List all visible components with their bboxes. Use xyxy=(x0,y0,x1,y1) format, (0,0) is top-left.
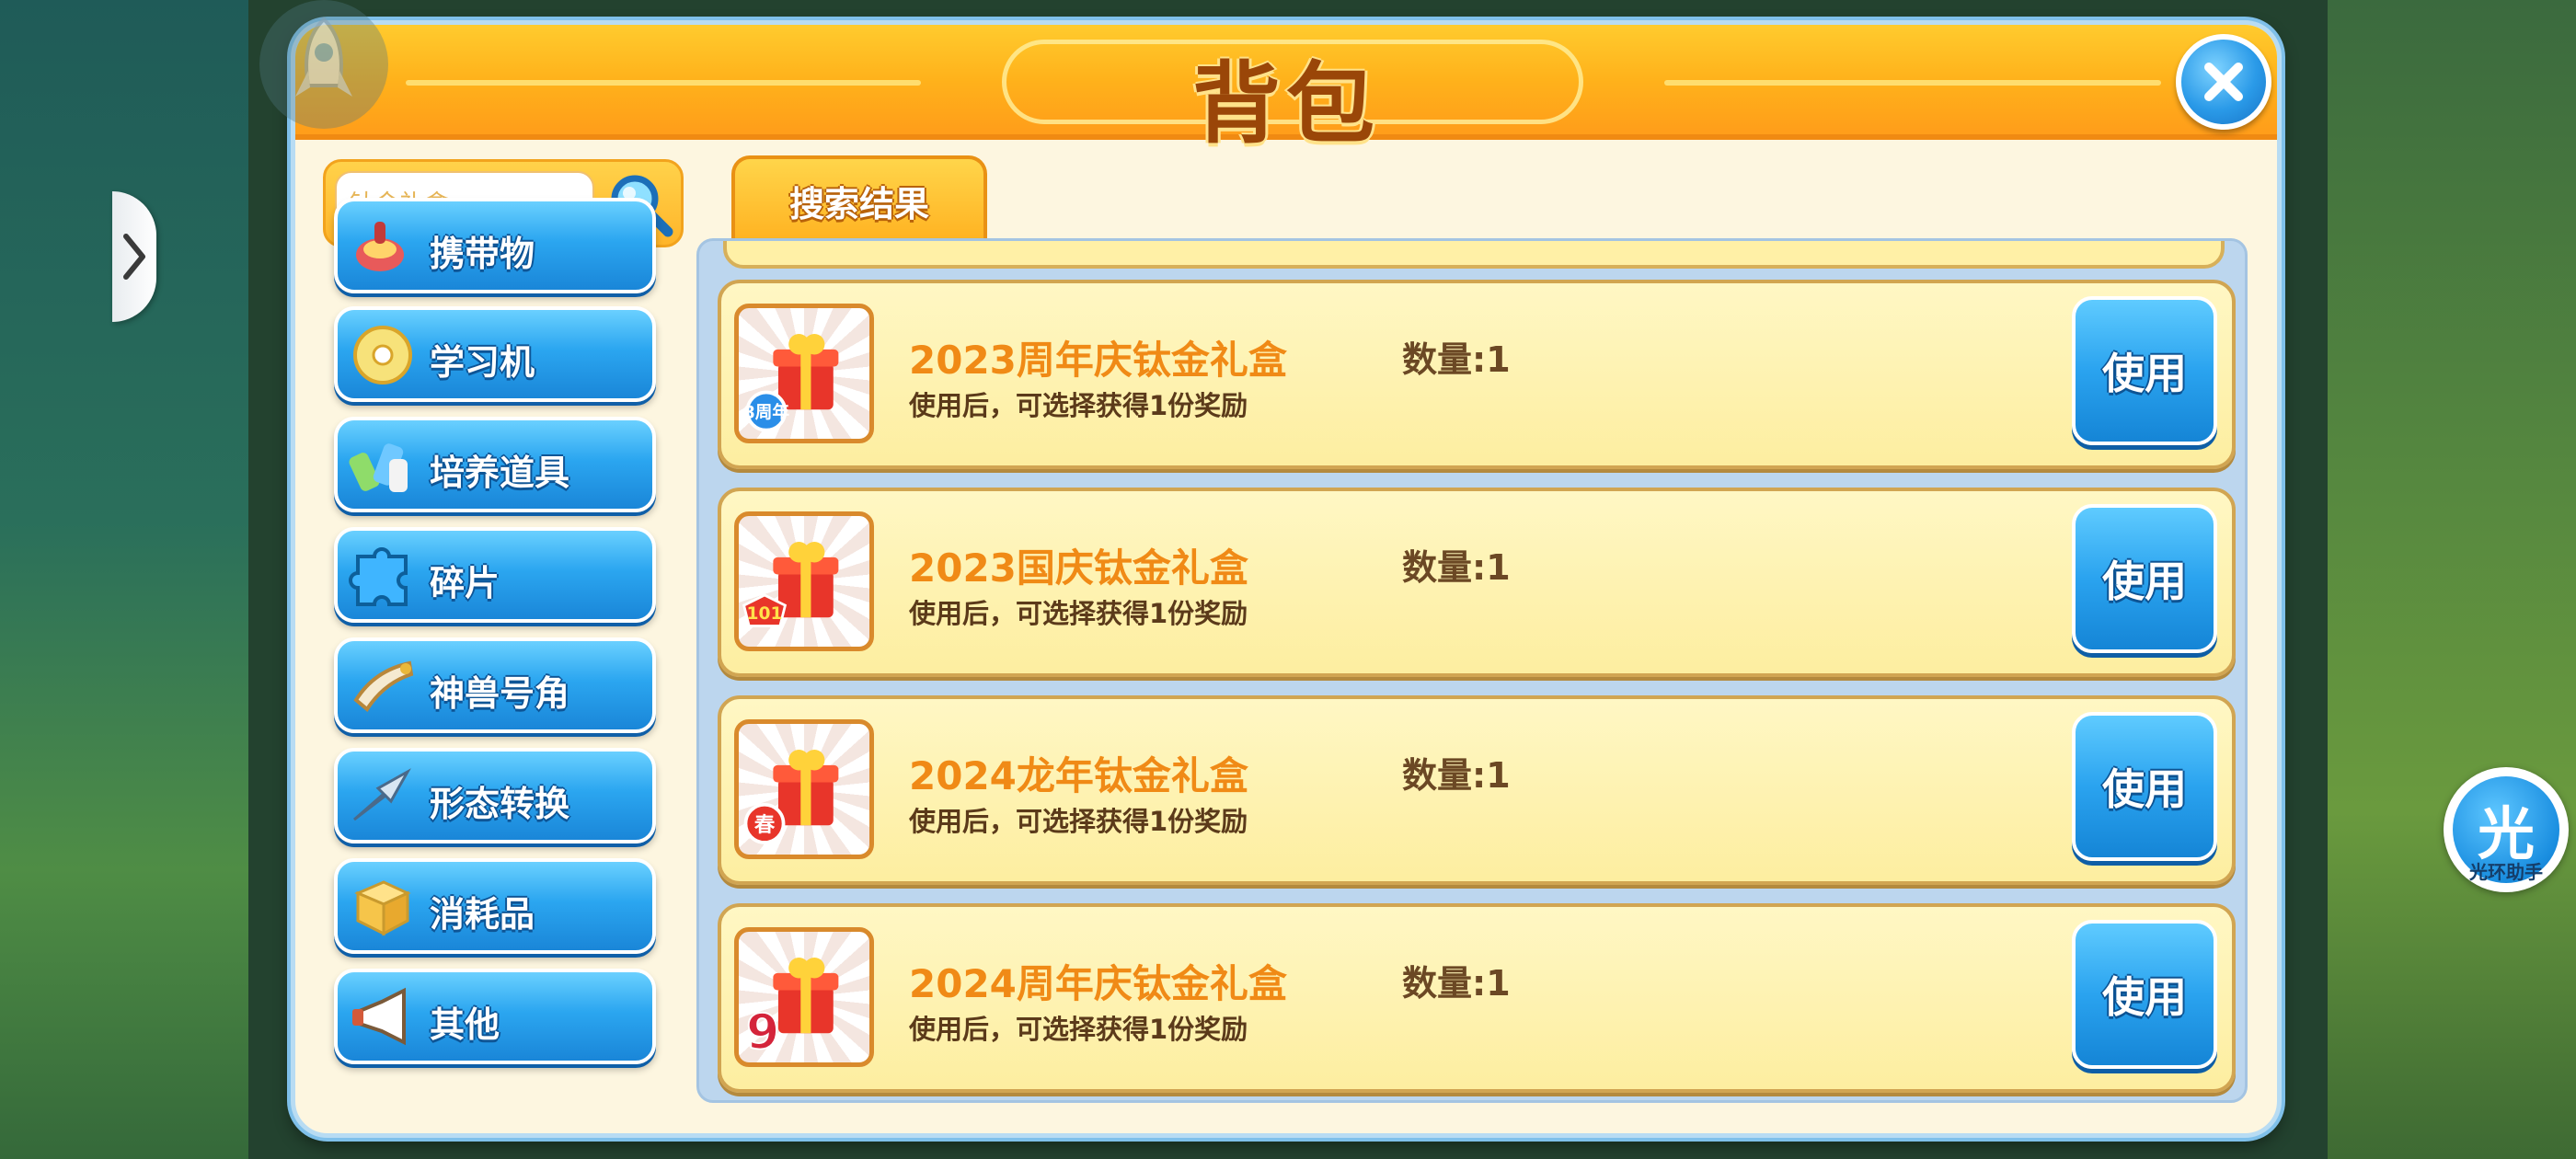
gift-box-icon: 8周年 xyxy=(734,304,874,443)
item-quantity: 数量:1 xyxy=(1402,963,1511,1004)
item-description: 使用后，可选择获得1份奖励 xyxy=(909,598,1248,629)
bag-panel: 背包 携带物 学习机 xyxy=(291,20,2282,1138)
item-description: 使用后，可选择获得1份奖励 xyxy=(909,806,1248,837)
category-label: 碎片 xyxy=(430,563,500,603)
assistant-label: 光环助手 xyxy=(2469,861,2543,883)
potion-icon xyxy=(347,431,419,499)
assistant-float-button[interactable]: 光 光环助手 xyxy=(2444,767,2569,892)
item-name: 2024龙年钛金礼盒 xyxy=(909,753,1248,798)
list-item: 9 2024周年庆钛金礼盒 使用后，可选择获得1份奖励 数量:1 使用 xyxy=(718,903,2236,1093)
tab-search-results[interactable]: 搜索结果 xyxy=(731,155,987,242)
category-label: 培养道具 xyxy=(430,453,570,493)
rocket-float-button[interactable] xyxy=(259,0,388,129)
category-label: 形态转换 xyxy=(430,784,570,824)
carry-item-icon xyxy=(347,212,419,281)
item-quantity: 数量:1 xyxy=(1402,547,1511,588)
title-bar: 背包 xyxy=(295,25,2277,155)
background-right xyxy=(2300,0,2576,1159)
item-description: 使用后，可选择获得1份奖励 xyxy=(909,390,1248,421)
category-consumables[interactable]: 消耗品 xyxy=(334,858,656,954)
use-button[interactable]: 使用 xyxy=(2072,296,2217,445)
category-label: 学习机 xyxy=(430,342,535,383)
item-name: 2024周年庆钛金礼盒 xyxy=(909,961,1287,1006)
category-learning-machine[interactable]: 学习机 xyxy=(334,306,656,402)
category-form-change[interactable]: 形态转换 xyxy=(334,748,656,843)
page-title: 背包 xyxy=(1192,52,1380,155)
gift-box-icon: 春 xyxy=(734,719,874,859)
category-other[interactable]: 其他 xyxy=(334,969,656,1064)
close-button[interactable] xyxy=(2176,34,2271,130)
item-badge: 9 xyxy=(746,1004,779,1061)
category-label: 神兽号角 xyxy=(430,673,570,714)
use-button-label: 使用 xyxy=(2102,764,2187,814)
item-badge: 101 xyxy=(747,604,783,624)
item-badge: 8周年 xyxy=(743,403,790,423)
use-button[interactable]: 使用 xyxy=(2072,920,2217,1069)
category-label: 携带物 xyxy=(430,234,535,274)
use-button[interactable]: 使用 xyxy=(2072,712,2217,861)
item-list[interactable]: 8周年 2023周年庆钛金礼盒 使用后，可选择获得1份奖励 数量:1 使用 10… xyxy=(696,238,2248,1103)
list-item-partial xyxy=(723,241,2225,269)
list-item: 101 2023国庆钛金礼盒 使用后，可选择获得1份奖励 数量:1 使用 xyxy=(718,488,2236,677)
use-button[interactable]: 使用 xyxy=(2072,504,2217,653)
category-training-items[interactable]: 培养道具 xyxy=(334,417,656,512)
rocket-icon xyxy=(295,17,352,97)
list-item: 8周年 2023周年庆钛金礼盒 使用后，可选择获得1份奖励 数量:1 使用 xyxy=(718,280,2236,469)
item-quantity: 数量:1 xyxy=(1402,755,1511,796)
gift-box-icon: 101 xyxy=(734,511,874,651)
list-item: 春 2024龙年钛金礼盒 使用后，可选择获得1份奖励 数量:1 使用 xyxy=(718,695,2236,885)
background-left xyxy=(0,0,267,1159)
gift-box-icon: 9 xyxy=(734,927,874,1067)
chevron-right-icon xyxy=(123,234,145,280)
box-icon xyxy=(347,873,419,941)
tab-label: 搜索结果 xyxy=(788,183,929,224)
megaphone-icon xyxy=(347,983,419,1051)
category-fragments[interactable]: 碎片 xyxy=(334,527,656,623)
item-name: 2023国庆钛金礼盒 xyxy=(909,545,1248,591)
horn-icon xyxy=(347,652,419,720)
item-description: 使用后，可选择获得1份奖励 xyxy=(909,1014,1248,1045)
use-button-label: 使用 xyxy=(2102,557,2187,606)
use-button-label: 使用 xyxy=(2102,349,2187,398)
disc-icon xyxy=(347,321,419,389)
use-button-label: 使用 xyxy=(2102,972,2187,1022)
item-quantity: 数量:1 xyxy=(1402,339,1511,380)
item-name: 2023周年庆钛金礼盒 xyxy=(909,338,1287,383)
item-badge: 春 xyxy=(753,813,776,837)
arrow-shift-icon xyxy=(347,763,419,831)
category-beast-horn[interactable]: 神兽号角 xyxy=(334,637,656,733)
close-icon xyxy=(2204,63,2243,101)
category-label: 消耗品 xyxy=(430,894,535,935)
puzzle-piece-icon xyxy=(347,542,419,610)
category-carry-items[interactable]: 携带物 xyxy=(334,198,656,293)
category-label: 其他 xyxy=(430,1004,500,1045)
